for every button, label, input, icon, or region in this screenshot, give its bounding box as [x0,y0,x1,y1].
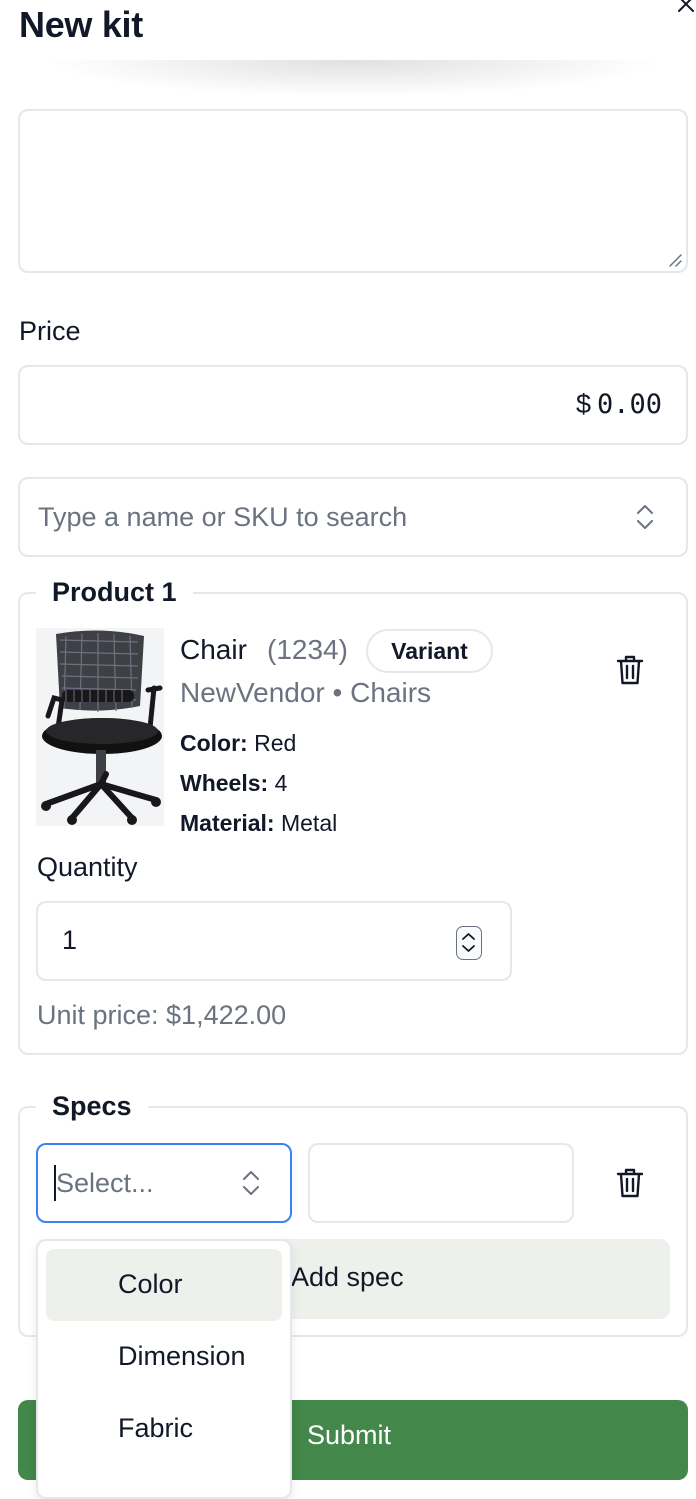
price-amount: 0.00 [596,389,662,420]
product-name: Chair [180,634,247,665]
dropdown-option-fabric[interactable]: Fabric [46,1393,282,1465]
option-label: Color [118,1269,183,1299]
description-textarea[interactable] [18,109,688,273]
attribute-key: Material: [180,810,275,836]
add-spec-label: Add spec [291,1262,404,1292]
product-sku: (1234) [267,634,348,665]
stepper-icon[interactable] [456,926,482,960]
trash-icon[interactable] [615,1167,645,1199]
chevron-updown-icon [240,1167,262,1199]
header-shadow [18,60,688,100]
quantity-value: 1 [62,925,78,955]
spec-key-select[interactable]: Select... [36,1143,292,1223]
attribute-key: Color: [180,730,248,756]
dropdown-option-color[interactable]: Color [46,1249,282,1321]
option-label: Fabric [118,1413,194,1443]
price-label: Price [19,316,81,346]
product-search-select[interactable]: Type a name or SKU to search [18,477,688,557]
attribute-row: Material: Metal [180,810,337,837]
specs-legend: Specs [36,1091,148,1122]
price-input[interactable]: $0.00 [18,365,688,445]
product-vendor-category: NewVendor • Chairs [180,677,432,708]
unit-price: Unit price: $1,422.00 [37,1000,287,1030]
attribute-row: Color: Red [180,730,296,757]
quantity-label: Quantity [37,852,138,882]
spec-select-placeholder: Select... [56,1168,154,1198]
attribute-value: 4 [274,770,288,796]
close-icon[interactable] [676,0,696,14]
price-value: $0.00 [576,389,662,420]
chevron-updown-icon [634,501,656,533]
spec-options-dropdown: Color Dimension Fabric [36,1239,292,1499]
product-image [36,628,164,826]
attribute-value: Red [254,730,297,756]
quantity-input[interactable]: 1 [36,901,512,981]
resize-handle-icon[interactable] [668,253,682,267]
attribute-row: Wheels: 4 [180,770,287,797]
page-title: New kit [19,4,143,45]
currency-symbol: $ [575,389,591,419]
attribute-value: Metal [280,810,338,836]
search-placeholder: Type a name or SKU to search [38,502,408,532]
submit-label: Submit [307,1420,392,1450]
dropdown-option-dimension[interactable]: Dimension [46,1321,282,1393]
attribute-key: Wheels: [180,770,269,796]
spec-value-input[interactable] [308,1143,574,1223]
variant-badge: Variant [366,629,493,673]
trash-icon[interactable] [615,654,645,686]
product-legend: Product 1 [36,577,193,608]
option-label: Dimension [118,1341,246,1371]
